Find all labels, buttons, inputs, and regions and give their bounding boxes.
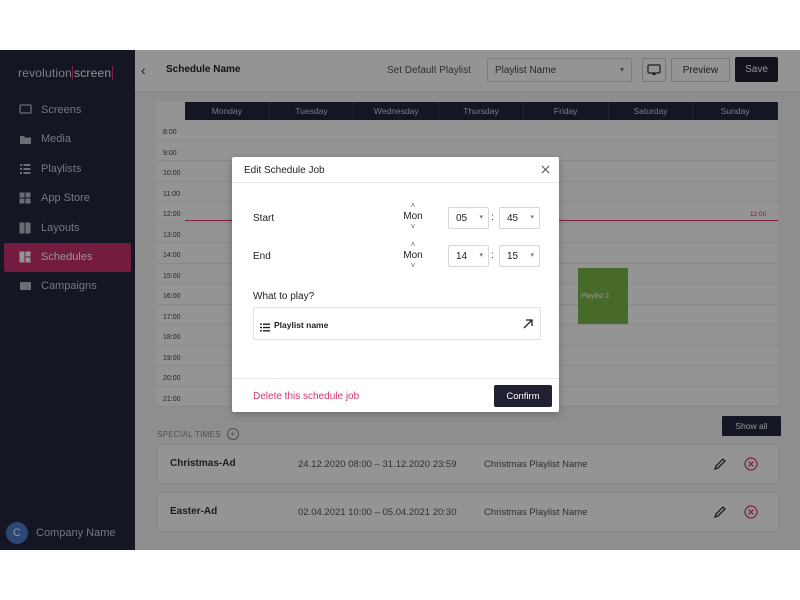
end-day-value: Mon xyxy=(403,250,423,261)
confirm-button[interactable]: Confirm xyxy=(494,385,552,407)
chevron-down-icon[interactable]: ˅ xyxy=(401,261,425,271)
start-day-stepper[interactable]: ˄ Mon ˅ xyxy=(401,201,425,237)
start-label: Start xyxy=(253,213,275,224)
start-hour-select[interactable]: 05 ▾ xyxy=(448,207,489,229)
edit-schedule-job-dialog: Edit Schedule Job Start ˄ Mon ˅ 05 ▾ : 4… xyxy=(232,157,559,412)
end-hour-value: 14 xyxy=(456,251,468,262)
open-external-icon[interactable] xyxy=(522,317,534,335)
chevron-down-icon[interactable]: ˅ xyxy=(401,222,425,232)
chevron-down-icon: ▾ xyxy=(530,252,534,259)
delete-schedule-job-link[interactable]: Delete this schedule job xyxy=(253,391,359,402)
chevron-down-icon: ▾ xyxy=(479,252,483,259)
chevron-up-icon[interactable]: ˄ xyxy=(401,201,425,211)
time-separator: : xyxy=(491,212,494,223)
start-hour-value: 05 xyxy=(456,213,468,224)
end-minute-value: 15 xyxy=(507,251,519,262)
end-label: End xyxy=(253,251,271,262)
chevron-down-icon: ▾ xyxy=(530,214,534,221)
start-day-value: Mon xyxy=(403,211,423,222)
playlist-icon xyxy=(260,319,270,337)
dialog-header: Edit Schedule Job xyxy=(232,157,559,183)
dialog-title: Edit Schedule Job xyxy=(244,165,325,176)
app-window: revolution screen Screens Media Playlists… xyxy=(0,50,800,550)
playlist-name: Playlist name xyxy=(274,320,329,330)
end-minute-select[interactable]: 15 ▾ xyxy=(499,245,540,267)
start-minute-value: 45 xyxy=(507,213,519,224)
what-to-play-label: What to play? xyxy=(253,291,315,302)
time-separator: : xyxy=(491,250,494,261)
end-hour-select[interactable]: 14 ▾ xyxy=(448,245,489,267)
end-day-stepper[interactable]: ˄ Mon ˅ xyxy=(401,240,425,276)
start-minute-select[interactable]: 45 ▾ xyxy=(499,207,540,229)
chevron-down-icon: ▾ xyxy=(479,214,483,221)
close-icon[interactable] xyxy=(538,162,552,176)
dialog-footer-divider xyxy=(232,378,559,379)
chevron-up-icon[interactable]: ˄ xyxy=(401,240,425,250)
playlist-picker[interactable]: Playlist name xyxy=(253,307,541,340)
